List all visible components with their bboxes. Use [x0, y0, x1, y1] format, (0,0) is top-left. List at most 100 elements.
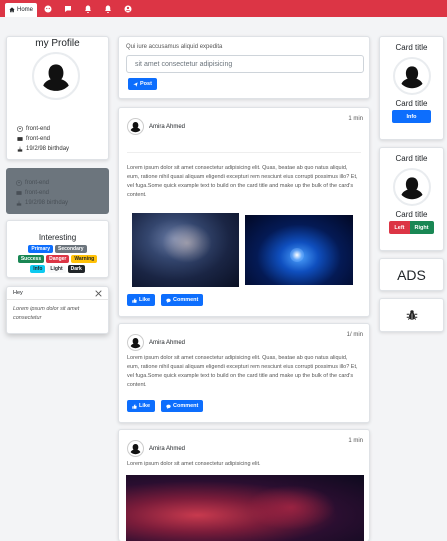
- profile-card: my Profile front-end front-end 19/2/98 b…: [6, 36, 109, 160]
- profile-info-list: front-end front-end 19/2/98 birthday: [17, 124, 69, 154]
- top-navbar: Home: [0, 0, 447, 17]
- post-card: Amira Ahmed 1 min Lorem ipsum dolor sit …: [118, 429, 370, 541]
- nebula-cloud: [246, 485, 336, 530]
- post-text: Lorem ipsum dolor sit amet consectetur a…: [127, 165, 358, 199]
- nav-profile-button[interactable]: [119, 0, 137, 17]
- toast-header: Hey: [7, 287, 108, 300]
- post-author: Amira Ahmed: [127, 118, 185, 135]
- grey-info-list: front-end front-end 19/2/98 birthday: [16, 178, 68, 208]
- post-actions: Like Comment: [127, 400, 204, 412]
- bug-card: [379, 298, 444, 332]
- post-text: Lorem ipsum dolor sit amet consectetur a…: [127, 355, 358, 389]
- post-text: Lorem ipsum dolor sit amet consectetur a…: [127, 461, 261, 467]
- profile-info-job-text: front-end: [26, 126, 51, 132]
- like-label: Like: [139, 297, 151, 303]
- ads-label: ADS: [397, 266, 426, 283]
- user-silhouette-icon: [130, 444, 141, 455]
- nebula-image: [126, 475, 364, 541]
- comment-icon: [166, 404, 171, 409]
- card-subtitle: Card title: [395, 210, 428, 219]
- space-image: [245, 215, 353, 285]
- author-name: Amira Ahmed: [149, 123, 186, 130]
- profile-info-birthday: 19/2/98 birthday: [17, 144, 69, 154]
- cake-icon: [16, 200, 22, 206]
- comment-button[interactable]: Comment: [161, 294, 204, 306]
- send-icon: [133, 81, 138, 87]
- game-icon: [44, 5, 52, 12]
- card-title: Card title: [395, 43, 428, 52]
- user-silhouette-icon: [130, 338, 141, 349]
- user-circle-icon: [124, 5, 132, 12]
- post-time: 1 min: [348, 116, 363, 122]
- post-author: Amira Ahmed: [127, 440, 185, 457]
- author-name: Amira Ahmed: [149, 445, 186, 452]
- card-title: Card title: [395, 154, 428, 163]
- author-name: Amira Ahmed: [149, 339, 186, 346]
- interest-badges: Primary Secondary Success Danger Warning Info…: [7, 242, 108, 273]
- post-button[interactable]: Post: [128, 78, 157, 90]
- toast-title: Hey: [13, 290, 23, 296]
- info-button[interactable]: Info: [392, 110, 431, 123]
- ads-card: ADS: [379, 258, 444, 291]
- profile-info-role-text: front-end: [26, 136, 51, 142]
- notification-icon: [105, 5, 112, 13]
- profile-info-job: front-end: [17, 124, 69, 134]
- divider: [127, 152, 361, 153]
- badge-secondary: Secondary: [55, 245, 87, 253]
- card-avatar: [392, 168, 431, 206]
- right-card-info: Card title Card title Info: [379, 36, 444, 140]
- post-time: 1/ min: [346, 332, 363, 338]
- star-glow: [290, 248, 304, 262]
- like-button[interactable]: Like: [127, 400, 156, 412]
- post-card: Amira Ahmed 1/ min Lorem ipsum dolor sit…: [118, 323, 370, 423]
- nebula-glow: [162, 223, 212, 263]
- bell-icon: [85, 5, 92, 13]
- composer-label: Qui iure accusamus aliquid expedita: [126, 44, 223, 50]
- user-silhouette-icon: [401, 66, 422, 89]
- nav-chat-button[interactable]: [59, 0, 77, 17]
- thumbs-up-icon: [132, 297, 137, 303]
- nav-notification-button[interactable]: [99, 0, 117, 17]
- home-icon: [9, 7, 15, 13]
- grey-info-job: front-end: [16, 178, 68, 188]
- nav-home-tab[interactable]: Home: [5, 3, 38, 17]
- post-author: Amira Ahmed: [127, 334, 185, 351]
- nav-bell-button[interactable]: [79, 0, 97, 17]
- post-card: Amira Ahmed 1 min Lorem ipsum dolor sit …: [118, 107, 370, 317]
- badge-info: Info: [30, 265, 46, 273]
- interesting-title: Interesting: [38, 233, 77, 242]
- comment-button[interactable]: Comment: [161, 400, 204, 412]
- right-button[interactable]: Right: [409, 221, 434, 234]
- post-time: 1 min: [348, 438, 363, 444]
- card-subtitle: Card title: [395, 99, 428, 108]
- comment-label: Comment: [173, 297, 199, 303]
- badge-dark: Dark: [67, 265, 85, 273]
- cake-icon: [17, 146, 23, 152]
- close-icon[interactable]: [95, 289, 102, 297]
- chat-icon: [65, 5, 72, 12]
- author-avatar: [127, 118, 144, 135]
- comment-label: Comment: [173, 403, 199, 409]
- nav-home-label: Home: [17, 7, 34, 13]
- bug-icon[interactable]: [406, 309, 418, 321]
- galaxy-image: [132, 213, 239, 287]
- id-card-icon: [17, 137, 23, 141]
- profile-avatar: [32, 52, 80, 100]
- user-icon: [16, 180, 22, 186]
- grey-info-job-text: front-end: [25, 180, 50, 186]
- post-composer: Qui iure accusamus aliquid expedita sit …: [118, 36, 370, 99]
- user-silhouette-icon: [40, 60, 72, 92]
- grey-info-role-text: front-end: [25, 190, 50, 196]
- left-button[interactable]: Left: [389, 221, 410, 234]
- interesting-card: Interesting Primary Secondary Success Dange…: [6, 220, 109, 278]
- right-card-toggle: Card title Card title Left Right: [379, 147, 444, 251]
- toast: Hey Lorem ipsum dolor sit amet consectet…: [6, 286, 109, 334]
- author-avatar: [127, 440, 144, 457]
- id-card-icon: [16, 191, 22, 195]
- composer-input[interactable]: sit amet consectetur adipisicing: [126, 55, 364, 73]
- like-button[interactable]: Like: [127, 294, 156, 306]
- badge-warning: Warning: [71, 255, 98, 263]
- nav-game-button[interactable]: [39, 0, 57, 17]
- badge-success: Success: [17, 255, 45, 263]
- grey-info-role: front-end: [16, 188, 68, 198]
